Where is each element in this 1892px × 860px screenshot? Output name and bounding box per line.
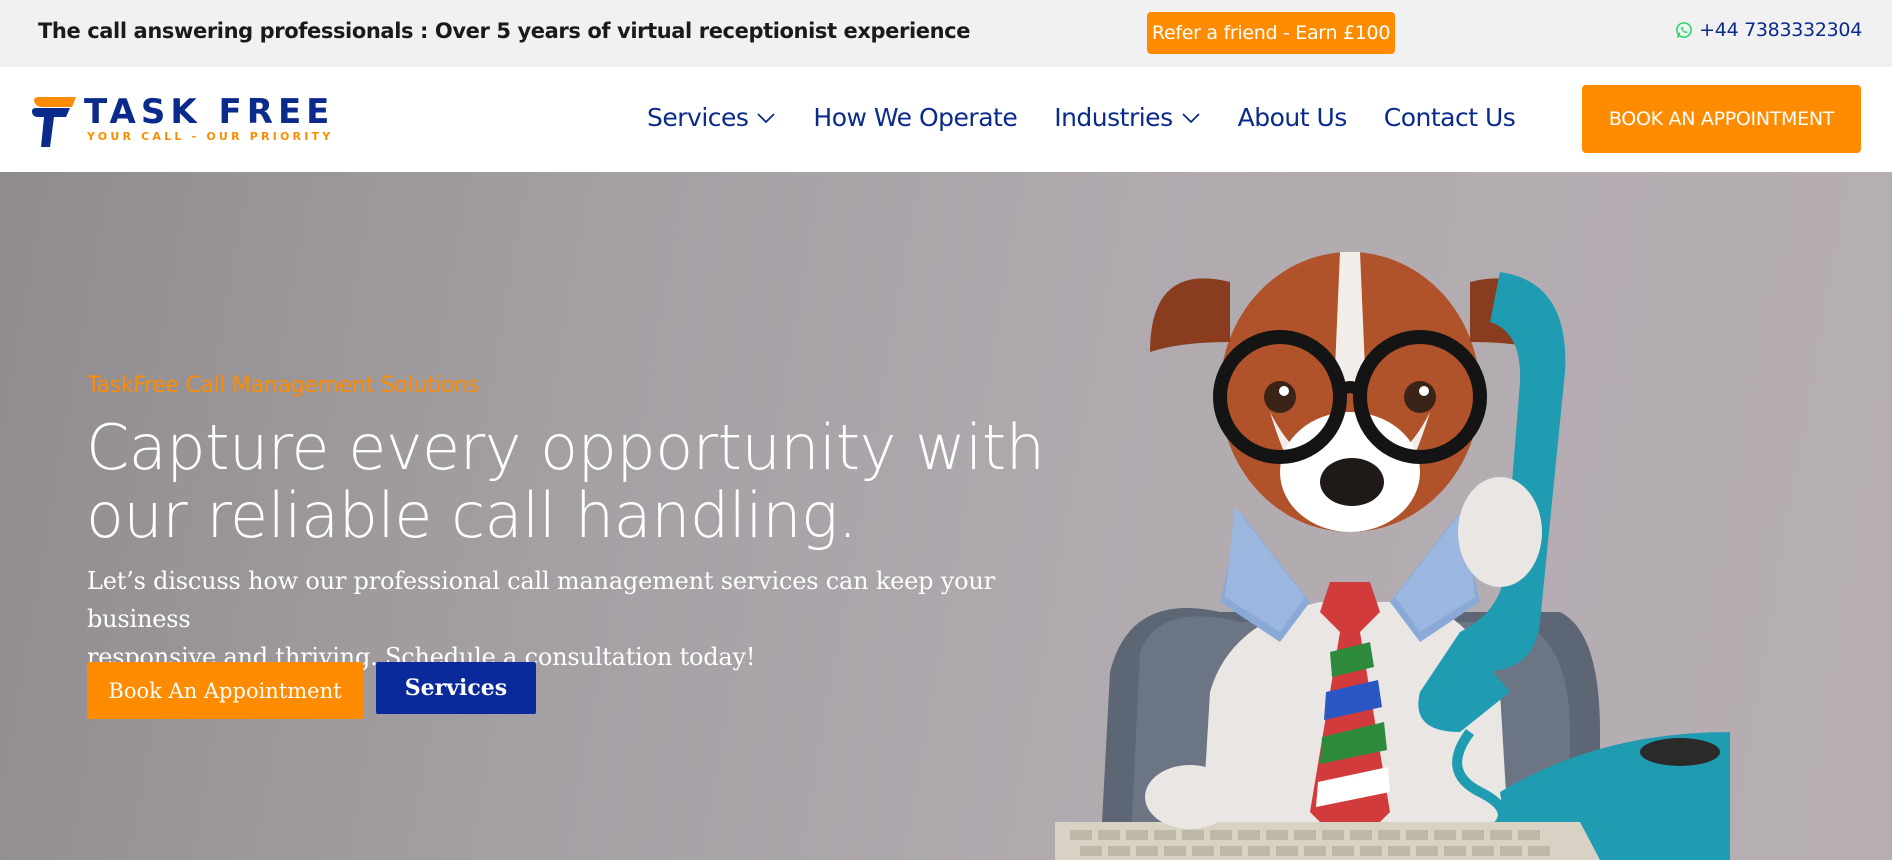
hero-description: Let’s discuss how our professional call …: [87, 562, 1087, 676]
nav-label: Services: [647, 103, 749, 132]
hero-section: TaskFree Call Management Solutions Captu…: [0, 172, 1892, 860]
site-logo[interactable]: TASK FREE YOUR CALL - OUR PRIORITY: [30, 95, 334, 149]
logo-text: TASK FREE YOUR CALL - OUR PRIORITY: [84, 95, 334, 143]
nav-item-contact-us[interactable]: Contact Us: [1384, 103, 1516, 132]
main-nav: Services How We Operate Industries About…: [647, 103, 1552, 132]
nav-label: About Us: [1237, 103, 1348, 132]
nav-item-services[interactable]: Services: [647, 103, 776, 132]
phone-link[interactable]: +44 7383332304: [1675, 19, 1862, 41]
nav-label: How We Operate: [813, 103, 1018, 132]
refer-friend-button[interactable]: Refer a friend - Earn £100: [1147, 12, 1395, 54]
nav-item-how-we-operate[interactable]: How We Operate: [813, 103, 1017, 132]
hero-dog-image: [1055, 252, 1730, 860]
logo-name: TASK FREE: [84, 92, 335, 132]
hero-title-line: our reliable call handling.: [86, 479, 857, 552]
hero-title: Capture every opportunity with our relia…: [86, 414, 1086, 550]
logo-mark-icon: [32, 97, 76, 147]
chevron-down-icon: [757, 112, 776, 123]
hero-services-button[interactable]: Services: [376, 662, 536, 714]
logo-tagline: YOUR CALL - OUR PRIORITY: [87, 130, 334, 143]
top-bar: The call answering professionals : Over …: [0, 0, 1892, 67]
main-header: TASK FREE YOUR CALL - OUR PRIORITY Servi…: [0, 67, 1892, 172]
hero-title-line: Capture every opportunity with: [86, 411, 1045, 484]
nav-label: Industries: [1054, 103, 1173, 132]
chevron-down-icon: [1181, 112, 1200, 123]
nav-label: Contact Us: [1383, 103, 1516, 132]
phone-number: +44 7383332304: [1699, 19, 1862, 41]
book-appointment-button[interactable]: BOOK AN APPOINTMENT: [1582, 85, 1861, 153]
nav-item-about-us[interactable]: About Us: [1237, 103, 1348, 132]
hero-eyebrow: TaskFree Call Management Solutions: [87, 373, 480, 398]
topbar-tagline: The call answering professionals : Over …: [38, 19, 971, 43]
nav-item-industries[interactable]: Industries: [1054, 103, 1200, 132]
hero-description-line: Let’s discuss how our professional call …: [87, 567, 995, 633]
whatsapp-icon: [1676, 22, 1693, 38]
hero-book-appointment-button[interactable]: Book An Appointment: [87, 662, 363, 719]
